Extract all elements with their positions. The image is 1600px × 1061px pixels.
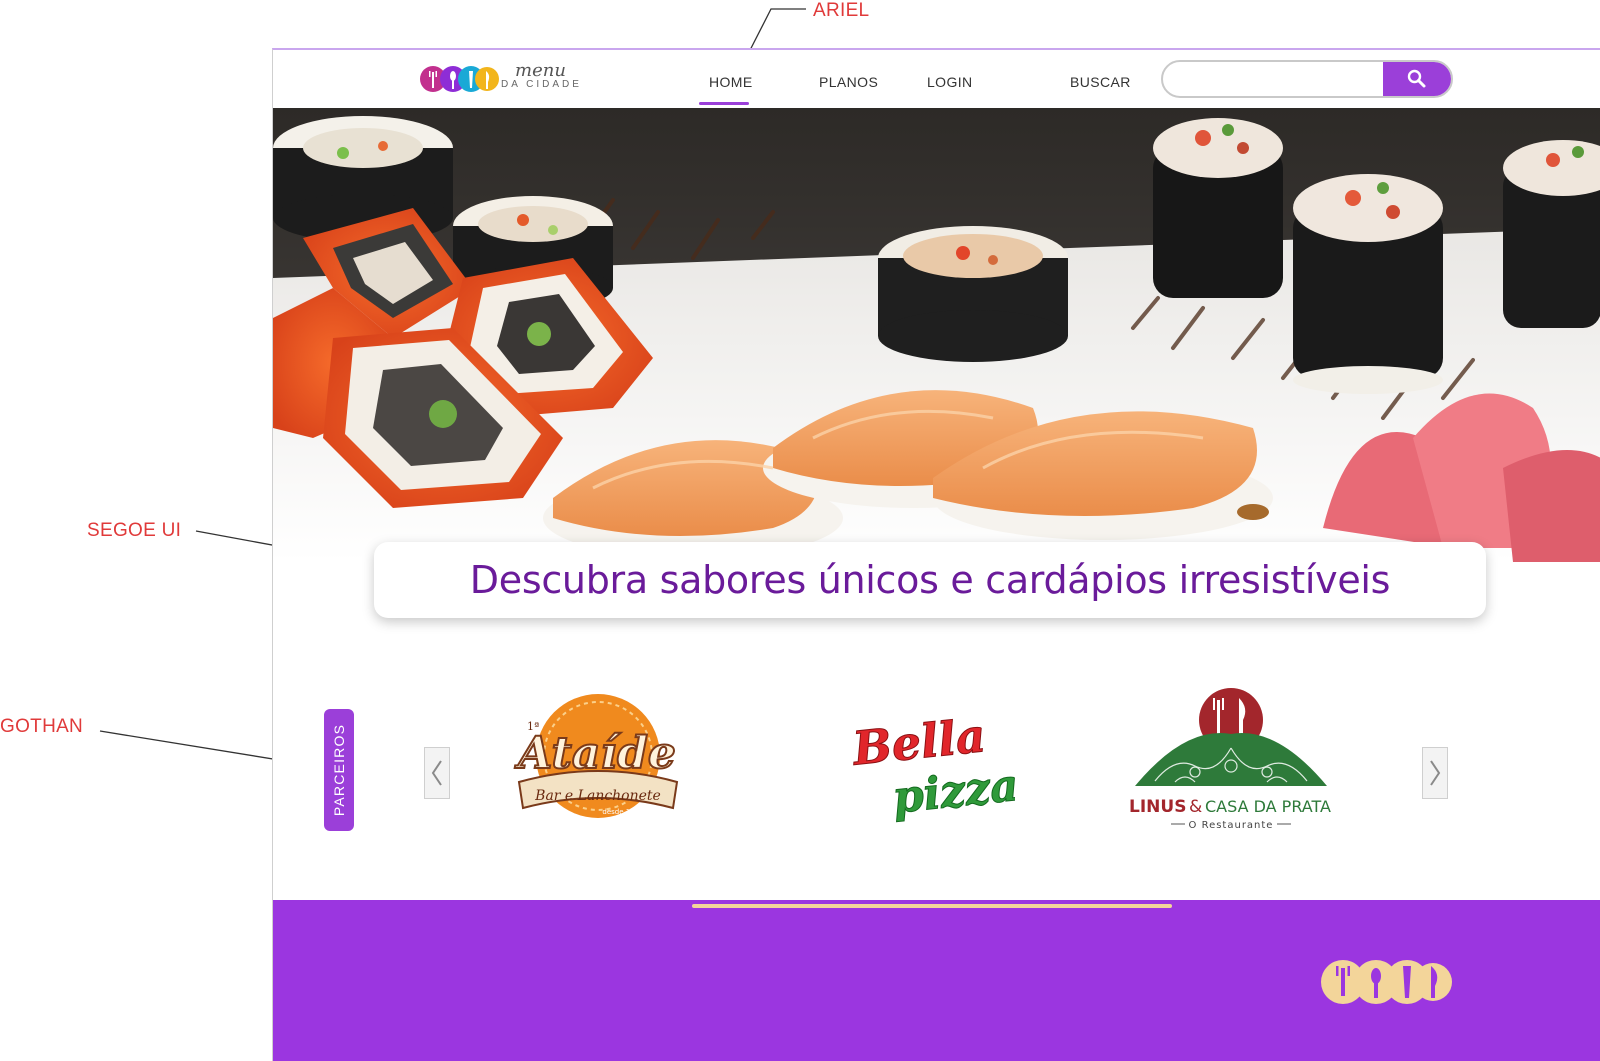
logo-icons: [420, 66, 499, 92]
search-box: [1161, 60, 1453, 98]
carousel-next-button[interactable]: [1422, 747, 1448, 799]
annotation-segoe-ui: SEGOE UI: [87, 520, 182, 541]
chevron-left-icon: [431, 760, 442, 786]
site-header: menu DA CIDADE HOME PLANOS LOGIN BUSCAR: [273, 50, 1600, 108]
website-mockup: menu DA CIDADE HOME PLANOS LOGIN BUSCAR: [272, 48, 1600, 1061]
nav-planos-link[interactable]: PLANOS: [819, 74, 878, 94]
linus-word: LINUS: [1129, 797, 1186, 817]
linus-ampersand: &: [1189, 797, 1202, 817]
partner-logo-bella-pizza[interactable]: Bella pizza: [848, 705, 1022, 825]
annotation-ariel: ARIEL: [813, 0, 870, 21]
linus-subtitle: O Restaurante: [1189, 820, 1274, 831]
site-footer: [273, 900, 1600, 1061]
search-icon: [1407, 69, 1426, 88]
hero-banner: [273, 108, 1600, 562]
footer-logo-icons[interactable]: [1321, 954, 1453, 1010]
logo-subtitle: DA CIDADE: [501, 79, 582, 90]
casa-da-prata-word: CASA DA PRATA: [1205, 797, 1331, 816]
hero-sushi-image: [273, 108, 1600, 562]
partner-logo-ataide[interactable]: 1ª Ataíde Bar e Lanchonete desde 1952: [513, 690, 683, 830]
ataide-since: desde 1952: [602, 808, 643, 816]
footer-accent-line: [692, 904, 1172, 908]
logo-word: menu: [515, 60, 566, 81]
ataide-subtitle: Bar e Lanchonete: [534, 788, 661, 804]
partner-logo-linus-casa-da-prata[interactable]: LINUS & CASA DA PRATA O Restaurante: [1125, 686, 1337, 846]
chevron-right-icon: [1430, 760, 1441, 786]
partners-label: PARCEIROS: [331, 723, 347, 817]
headline-card: Descubra sabores únicos e cardápios irre…: [374, 542, 1486, 618]
search-label: BUSCAR: [1070, 74, 1131, 90]
nav-login-link[interactable]: LOGIN: [927, 74, 973, 94]
annotation-gothan: GOTHAN: [0, 716, 84, 737]
search-input[interactable]: [1173, 62, 1373, 96]
partners-tag: PARCEIROS: [324, 709, 354, 831]
site-logo[interactable]: menu DA CIDADE: [419, 60, 589, 96]
hero-headline: Descubra sabores únicos e cardápios irre…: [469, 558, 1391, 602]
nav-home-link[interactable]: HOME: [709, 74, 753, 94]
carousel-prev-button[interactable]: [424, 747, 450, 799]
ataide-name: Ataíde: [514, 728, 676, 779]
nav-active-indicator: [699, 102, 749, 105]
search-button[interactable]: [1383, 62, 1451, 96]
